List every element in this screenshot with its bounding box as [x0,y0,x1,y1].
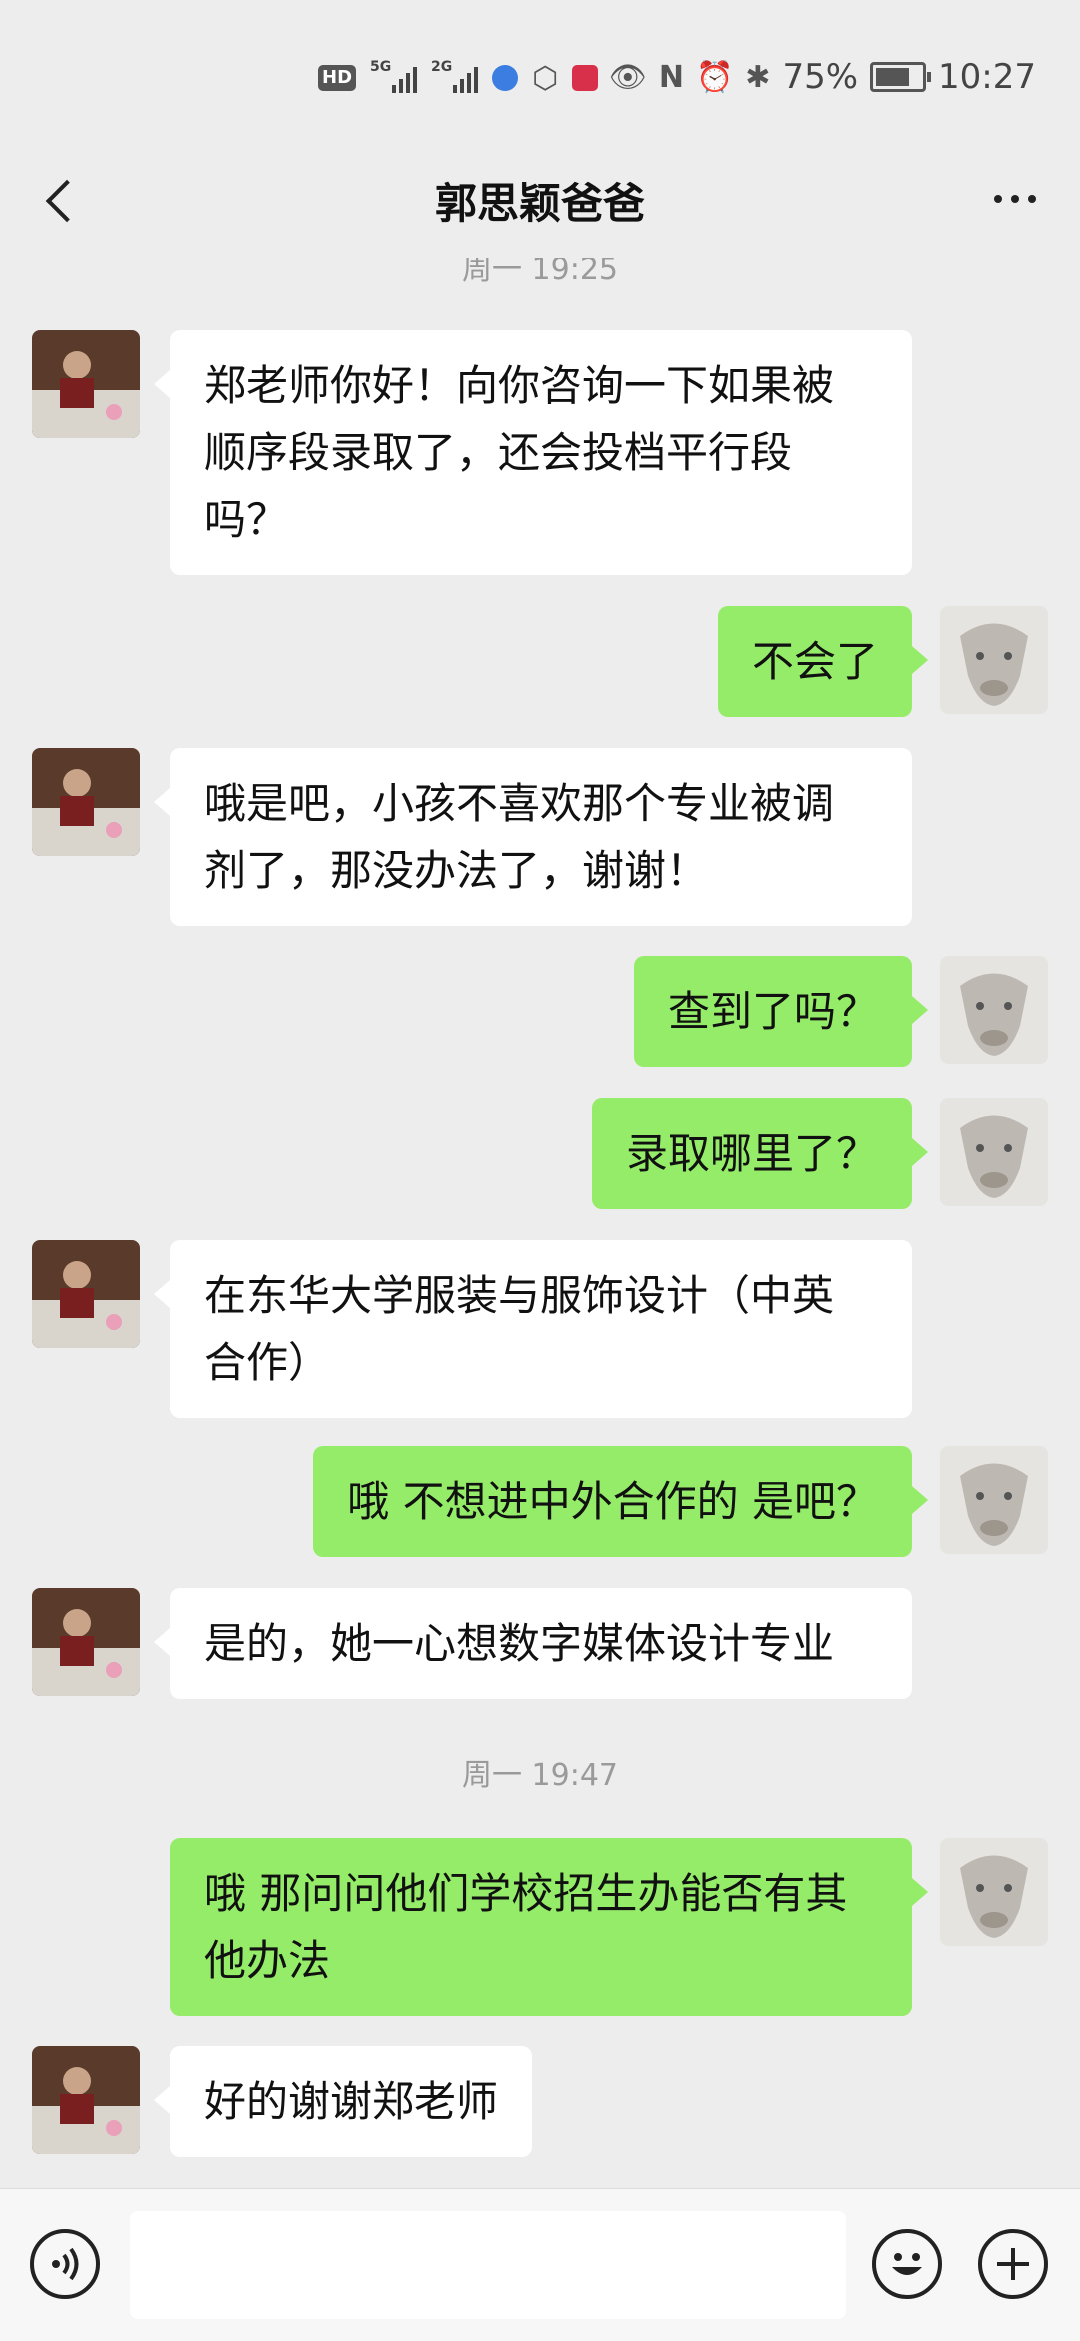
contact-avatar[interactable] [32,2046,140,2154]
battery-icon [870,62,932,92]
clock: 10:27 [938,57,1036,97]
status-left-icons: HD 5G 2G ⬡ [318,58,599,98]
contact-avatar[interactable] [32,1588,140,1696]
alarm-icon: ⏰ [695,59,734,95]
plus-icon [997,2248,1029,2280]
message-bubble-outgoing[interactable]: 录取哪里了？ [591,1098,929,1209]
input-bar [0,2188,1080,2341]
plus-button[interactable] [978,2229,1048,2299]
chat-header: 郭思颖爸爸 [0,140,1080,258]
message-bubble-incoming[interactable]: 郑老师你好！向你咨询一下如果被 顺序段录取了，还会投档平行段 吗？ [154,330,912,575]
message-bubble-outgoing[interactable]: 不会了 [717,606,929,717]
message-bubble-outgoing[interactable]: 查到了吗？ [633,956,929,1067]
voice-button[interactable] [30,2229,100,2299]
contact-avatar[interactable] [32,1240,140,1348]
contact-avatar[interactable] [32,330,140,438]
hexagon-icon: ⬡ [532,60,559,96]
app-notification-icon [492,65,519,91]
nfc-icon: N [658,59,684,95]
more-button[interactable] [980,174,1050,224]
my-avatar[interactable] [940,606,1048,714]
timestamp: 周一 19:25 [462,258,618,287]
message-bubble-incoming[interactable]: 好的谢谢郑老师 [153,2046,533,2157]
message-bubble-outgoing[interactable]: 哦 那问问他们学校招生办能否有其 他办法 [170,1838,928,2016]
my-avatar[interactable] [940,1838,1048,1946]
bluetooth-icon: ✱ [745,59,771,95]
message-bubble-incoming[interactable]: 哦是吧，小孩不喜欢那个专业被调 剂了，那没办法了，谢谢！ [154,748,912,926]
status-bar: HD 5G 2G ⬡ 👁 N ⏰ ✱ 75% 10:27 [0,0,1080,140]
my-avatar[interactable] [940,1446,1048,1554]
timestamp: 周一 19:47 [462,1758,618,1793]
app-badge-icon [572,65,599,91]
message-bubble-incoming[interactable]: 在东华大学服装与服饰设计（中英 合作） [154,1240,912,1418]
message-bubble-incoming[interactable]: 是的，她一心想数字媒体设计专业 [154,1588,912,1699]
status-right-icons: 👁 N ⏰ ✱ 75% 10:27 [609,55,1036,99]
message-input[interactable] [130,2211,846,2319]
emoji-icon [892,2253,922,2275]
battery-percent: 75% [782,57,859,97]
contact-avatar[interactable] [32,748,140,856]
voice-icon [52,2247,79,2281]
hd-badge: HD [318,65,357,91]
chat-title: 郭思颖爸爸 [434,179,645,228]
emoji-button[interactable] [872,2229,942,2299]
eye-icon: 👁 [608,59,647,95]
my-avatar[interactable] [940,1098,1048,1206]
my-avatar[interactable] [940,956,1048,1064]
signal-icon: 5G [370,59,418,93]
signal-icon-2: 2G [431,59,479,93]
message-list[interactable]: 周一 19:25 郑老师你好！向你咨询一下如果被 顺序段录取了，还会投档平行段 … [0,258,1080,2188]
message-bubble-outgoing[interactable]: 哦 不想进中外合作的 是吧？ [313,1446,928,1557]
more-dots-icon [994,195,1002,203]
